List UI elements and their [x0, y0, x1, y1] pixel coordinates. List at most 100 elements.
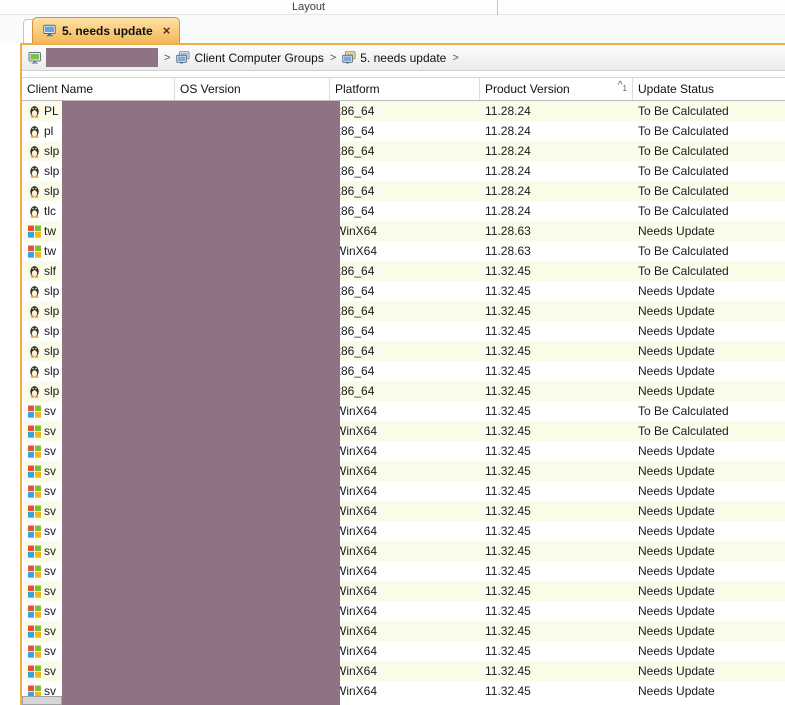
windows-logo-icon: [28, 425, 41, 438]
product-version-cell: 11.32.45: [485, 324, 531, 338]
product-version-cell: 11.32.45: [485, 484, 531, 498]
client-name-text: slp: [44, 184, 60, 198]
client-name-text: sv: [44, 624, 56, 638]
linux-penguin-icon: [28, 145, 41, 158]
breadcrumb: > Client Computer Groups > 5. needs upda…: [22, 45, 785, 71]
client-name-text: sv: [44, 464, 56, 478]
tab-close-icon[interactable]: ×: [163, 24, 171, 37]
linux-penguin-icon: [28, 385, 41, 398]
platform-cell: x86_64: [335, 204, 375, 218]
column-header-update-status[interactable]: Update Status: [633, 78, 785, 100]
product-version-cell: 11.32.45: [485, 464, 531, 478]
platform-cell: x86_64: [335, 304, 375, 318]
column-header-os-version[interactable]: OS Version: [175, 78, 330, 100]
product-version-cell: 11.32.45: [485, 444, 531, 458]
tab-label: 5. needs update: [62, 23, 153, 38]
product-version-cell: 11.32.45: [485, 424, 531, 438]
linux-penguin-icon: [28, 265, 41, 278]
column-header-product-version[interactable]: Product Version ^1: [480, 78, 633, 100]
platform-cell: x86_64: [335, 364, 375, 378]
client-name-text: slp: [44, 344, 60, 358]
product-version-cell: 11.32.45: [485, 644, 531, 658]
update-status-cell: To Be Calculated: [638, 144, 729, 158]
client-name-text: PL: [44, 104, 59, 118]
client-name-text: sv: [44, 564, 56, 578]
windows-logo-icon: [28, 565, 41, 578]
client-name-text: sv: [44, 544, 56, 558]
windows-logo-icon: [28, 445, 41, 458]
windows-logo-icon: [28, 405, 41, 418]
client-name-text: sv: [44, 424, 56, 438]
update-status-cell: To Be Calculated: [638, 124, 729, 138]
linux-penguin-icon: [28, 345, 41, 358]
breadcrumb-needs-update-group[interactable]: 5. needs update: [360, 51, 446, 65]
client-name-text: sv: [44, 404, 56, 418]
update-status-cell: To Be Calculated: [638, 204, 729, 218]
windows-logo-icon: [28, 605, 41, 618]
product-version-cell: 11.32.45: [485, 524, 531, 538]
product-version-cell: 11.28.63: [485, 224, 531, 238]
breadcrumb-separator: >: [164, 51, 171, 64]
linux-penguin-icon: [28, 205, 41, 218]
column-label: Client Name: [27, 82, 94, 96]
linux-penguin-icon: [28, 285, 41, 298]
update-status-cell: Needs Update: [638, 584, 715, 598]
product-version-cell: 11.28.24: [485, 184, 531, 198]
breadcrumb-client-computer-groups[interactable]: Client Computer Groups: [194, 51, 323, 65]
platform-cell: WinX64: [335, 444, 378, 458]
product-version-cell: 11.28.24: [485, 164, 531, 178]
update-status-cell: Needs Update: [638, 344, 715, 358]
client-name-text: tw: [44, 224, 56, 238]
platform-cell: WinX64: [335, 464, 378, 478]
platform-cell: WinX64: [335, 544, 378, 558]
update-status-cell: Needs Update: [638, 524, 715, 538]
update-status-cell: Needs Update: [638, 324, 715, 338]
linux-penguin-icon: [28, 305, 41, 318]
client-name-text: sv: [44, 584, 56, 598]
windows-logo-icon: [28, 545, 41, 558]
column-label: Update Status: [638, 82, 715, 96]
update-status-cell: Needs Update: [638, 544, 715, 558]
client-name-text: sv: [44, 664, 56, 678]
product-version-cell: 11.28.24: [485, 104, 531, 118]
scrollbar-corner[interactable]: [22, 696, 62, 705]
windows-logo-icon: [28, 625, 41, 638]
content-panel: > Client Computer Groups > 5. needs upda…: [20, 43, 785, 705]
toolbar-strip: Layout: [0, 0, 785, 15]
platform-cell: x86_64: [335, 184, 375, 198]
update-status-cell: To Be Calculated: [638, 164, 729, 178]
windows-logo-icon: [28, 505, 41, 518]
column-header-client-name[interactable]: Client Name: [22, 78, 175, 100]
client-name-text: slf: [44, 264, 56, 278]
client-name-text: sv: [44, 524, 56, 538]
update-status-cell: Needs Update: [638, 664, 715, 678]
platform-cell: x86_64: [335, 284, 375, 298]
column-header-platform[interactable]: Platform: [330, 78, 480, 100]
platform-cell: WinX64: [335, 684, 378, 698]
product-version-cell: 11.32.45: [485, 264, 531, 278]
client-name-text: tlc: [44, 204, 56, 218]
client-name-text: sv: [44, 644, 56, 658]
redaction-overlay: [62, 101, 340, 705]
platform-cell: WinX64: [335, 644, 378, 658]
client-name-text: slp: [44, 284, 60, 298]
linux-penguin-icon: [28, 105, 41, 118]
linux-penguin-icon: [28, 125, 41, 138]
client-name-text: slp: [44, 304, 60, 318]
windows-logo-icon: [28, 525, 41, 538]
toolbar-layout-item[interactable]: Layout: [292, 1, 325, 13]
platform-cell: WinX64: [335, 664, 378, 678]
update-status-cell: To Be Calculated: [638, 404, 729, 418]
update-status-cell: Needs Update: [638, 644, 715, 658]
platform-cell: WinX64: [335, 244, 378, 258]
platform-cell: x86_64: [335, 144, 375, 158]
tab-needs-update[interactable]: 5. needs update ×: [32, 17, 181, 43]
update-status-cell: To Be Calculated: [638, 264, 729, 278]
platform-cell: WinX64: [335, 404, 378, 418]
product-version-cell: 11.32.45: [485, 604, 531, 618]
tab-bar: 5. needs update ×: [0, 15, 785, 43]
windows-logo-icon: [28, 645, 41, 658]
product-version-cell: 11.28.24: [485, 144, 531, 158]
platform-cell: WinX64: [335, 604, 378, 618]
windows-logo-icon: [28, 245, 41, 258]
